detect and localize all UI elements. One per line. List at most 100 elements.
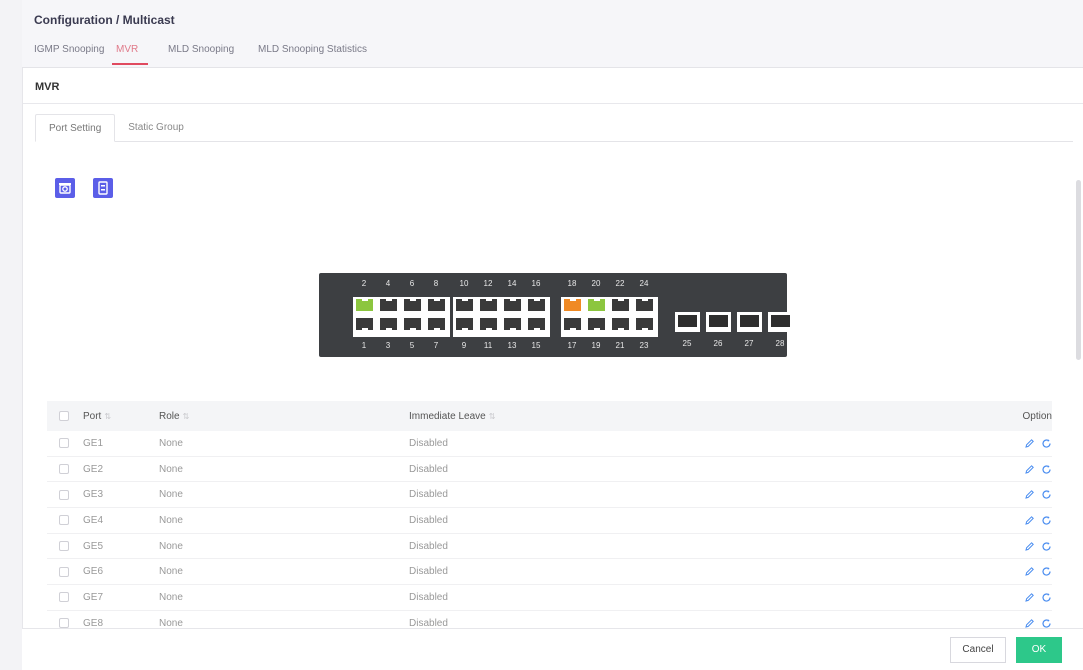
row-checkbox-cell: [47, 592, 83, 603]
edit-icon[interactable]: [1024, 541, 1035, 552]
refresh-icon[interactable]: [1041, 464, 1052, 475]
switch-port[interactable]: [563, 317, 582, 331]
cell-immediate-leave: Disabled: [409, 489, 448, 501]
switch-port[interactable]: [379, 298, 398, 312]
port-number-label: 1: [361, 341, 367, 350]
switch-port[interactable]: [479, 298, 498, 312]
refresh-icon[interactable]: [1041, 618, 1052, 628]
switch-port[interactable]: [563, 298, 582, 312]
camera-button[interactable]: [55, 178, 75, 198]
sfp-port[interactable]: [768, 312, 793, 332]
sfp-port[interactable]: [675, 312, 700, 332]
switch-port[interactable]: [427, 298, 446, 312]
switch-port[interactable]: [455, 298, 474, 312]
tab-mld-snooping-statistics[interactable]: MLD Snooping Statistics: [258, 44, 398, 65]
switch-port[interactable]: [527, 298, 546, 312]
edit-icon[interactable]: [1024, 489, 1035, 500]
switch-port[interactable]: [611, 298, 630, 312]
tab-igmp-snooping[interactable]: IGMP Snooping: [34, 44, 116, 65]
row-checkbox[interactable]: [59, 566, 69, 577]
switch-port[interactable]: [427, 317, 446, 331]
edit-icon[interactable]: [1024, 464, 1035, 475]
top-bar: Configuration / Multicast IGMP Snooping …: [22, 0, 1083, 68]
document-button[interactable]: [93, 178, 113, 198]
row-checkbox[interactable]: [59, 489, 69, 500]
row-checkbox[interactable]: [59, 541, 69, 552]
breadcrumb: Configuration / Multicast: [34, 13, 175, 27]
cell-port: GE1: [83, 437, 104, 449]
switch-port[interactable]: [355, 298, 374, 312]
switch-panel-diagram: 2 1 4 3 6 5 8 7 10 9 12 11 14 13 16 15 18 17 20 19 22 21 24 23 2…: [319, 273, 793, 357]
cell-port: GE2: [83, 463, 104, 475]
subtab-bar: Port Setting Static Group: [35, 114, 1073, 142]
edit-icon[interactable]: [1024, 618, 1035, 628]
row-checkbox[interactable]: [59, 618, 69, 628]
switch-port[interactable]: [635, 298, 654, 312]
row-checkbox[interactable]: [59, 515, 69, 526]
cell-role: None: [159, 514, 183, 526]
subtab-static-group[interactable]: Static Group: [115, 114, 197, 142]
port-number-label: 24: [639, 279, 649, 288]
refresh-icon[interactable]: [1041, 515, 1052, 526]
cell-immediate-leave: Disabled: [409, 437, 448, 449]
port-number-label: 22: [615, 279, 625, 288]
edit-icon[interactable]: [1024, 438, 1035, 449]
switch-port[interactable]: [355, 317, 374, 331]
tab-mvr[interactable]: MVR: [112, 44, 168, 65]
switch-port[interactable]: [379, 317, 398, 331]
sfp-port[interactable]: [737, 312, 762, 332]
edit-icon[interactable]: [1024, 515, 1035, 526]
row-checkbox-cell: [47, 438, 83, 449]
content-panel: MVR Port Setting Static Group 2 1 4 3 6 5 8 7 10…: [22, 68, 1083, 628]
switch-port[interactable]: [503, 317, 522, 331]
refresh-icon[interactable]: [1041, 438, 1052, 449]
refresh-icon[interactable]: [1041, 592, 1052, 603]
port-number-label: 3: [385, 341, 391, 350]
select-all-checkbox[interactable]: [59, 411, 69, 421]
cell-option: [979, 592, 1052, 603]
port-number-label: 11: [483, 341, 493, 350]
switch-port[interactable]: [479, 317, 498, 331]
port-number-label: 25: [682, 339, 692, 348]
cell-immediate-leave: Disabled: [409, 591, 448, 603]
row-checkbox[interactable]: [59, 438, 69, 449]
row-checkbox-cell: [47, 566, 83, 577]
switch-port[interactable]: [611, 317, 630, 331]
port-number-label: 13: [507, 341, 517, 350]
cancel-button[interactable]: Cancel: [950, 637, 1006, 663]
row-checkbox[interactable]: [59, 592, 69, 603]
switch-port[interactable]: [455, 317, 474, 331]
switch-port[interactable]: [403, 298, 422, 312]
cell-port: GE8: [83, 617, 104, 628]
refresh-icon[interactable]: [1041, 566, 1052, 577]
header-role[interactable]: Role ⇅: [159, 411, 409, 422]
select-all-cell: [47, 411, 83, 421]
cell-role: None: [159, 566, 183, 578]
header-immediate-leave[interactable]: Immediate Leave ⇅: [409, 411, 979, 422]
document-icon: [98, 181, 108, 195]
refresh-icon[interactable]: [1041, 541, 1052, 552]
row-checkbox[interactable]: [59, 464, 69, 475]
sort-icon: ⇅: [182, 411, 190, 421]
edit-icon[interactable]: [1024, 592, 1035, 603]
port-number-label: 21: [615, 341, 625, 350]
sfp-port[interactable]: [706, 312, 731, 332]
switch-port[interactable]: [635, 317, 654, 331]
port-number-label: 8: [433, 279, 439, 288]
switch-port[interactable]: [403, 317, 422, 331]
refresh-icon[interactable]: [1041, 489, 1052, 500]
switch-port[interactable]: [503, 298, 522, 312]
row-checkbox-cell: [47, 489, 83, 500]
subtab-port-setting[interactable]: Port Setting: [35, 114, 116, 142]
switch-port[interactable]: [587, 317, 606, 331]
tab-mld-snooping[interactable]: MLD Snooping: [168, 44, 258, 65]
edit-icon[interactable]: [1024, 566, 1035, 577]
ok-button[interactable]: OK: [1016, 637, 1062, 663]
switch-port[interactable]: [587, 298, 606, 312]
cell-role: None: [159, 540, 183, 552]
table-row: GE1 None Disabled: [47, 431, 1052, 457]
scrollbar[interactable]: [1076, 180, 1081, 360]
header-port[interactable]: Port ⇅: [83, 411, 159, 422]
footer: Cancel OK: [22, 628, 1083, 670]
switch-port[interactable]: [527, 317, 546, 331]
